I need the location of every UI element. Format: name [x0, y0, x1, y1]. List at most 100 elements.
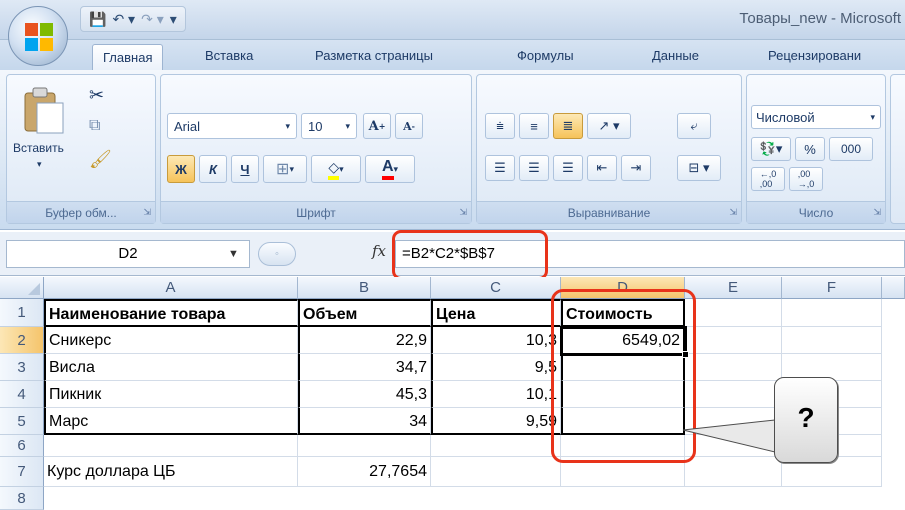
- cell-c6[interactable]: [431, 435, 561, 457]
- row-header-8[interactable]: 8: [0, 487, 44, 510]
- cell-c7[interactable]: [431, 457, 561, 487]
- underline-button[interactable]: Ч: [231, 155, 259, 183]
- align-middle-button[interactable]: ≡: [519, 113, 549, 139]
- formula-highlight-frame: [392, 230, 548, 280]
- italic-button[interactable]: К: [199, 155, 227, 183]
- orientation-button[interactable]: ↗ ▾: [587, 113, 631, 139]
- tab-page-layout[interactable]: Разметка страницы: [315, 48, 433, 63]
- align-bottom-button[interactable]: ≣: [553, 113, 583, 139]
- row-header-1[interactable]: 1: [0, 299, 44, 327]
- cell-a6[interactable]: [44, 435, 298, 457]
- align-right-button[interactable]: ☰: [553, 155, 583, 181]
- number-launcher-icon[interactable]: ⇲: [873, 207, 881, 218]
- fill-color-button[interactable]: ◇ ▾: [311, 155, 361, 183]
- cell-c2[interactable]: 10,3: [431, 327, 561, 354]
- cell-a7[interactable]: Курс доллара ЦБ: [44, 457, 298, 487]
- insert-function-icon[interactable]: fx: [372, 242, 386, 260]
- cell-c3[interactable]: 9,5: [431, 354, 561, 381]
- cell-f2[interactable]: [782, 327, 882, 354]
- cell-b2[interactable]: 22,9: [298, 327, 431, 354]
- row-header-7[interactable]: 7: [0, 457, 44, 487]
- cell-b1[interactable]: Объем: [298, 299, 431, 327]
- cell-c4[interactable]: 10,1: [431, 381, 561, 408]
- cell-c1[interactable]: Цена: [431, 299, 561, 327]
- wrap-text-button[interactable]: ⤶: [677, 113, 711, 139]
- align-center-button[interactable]: ☰: [519, 155, 549, 181]
- merge-center-button[interactable]: ⊟ ▾: [677, 155, 721, 181]
- cell-a4[interactable]: Пикник: [44, 381, 298, 408]
- decrease-decimal-button[interactable]: ,00 →,0: [789, 167, 823, 191]
- cell-b4[interactable]: 45,3: [298, 381, 431, 408]
- number-format-select[interactable]: Числовой ▾: [751, 105, 881, 129]
- font-color-button[interactable]: A ▾: [365, 155, 415, 183]
- cell-e7[interactable]: [685, 457, 782, 487]
- row-header-3[interactable]: 3: [0, 354, 44, 381]
- redo-icon[interactable]: ↷ ▾: [141, 11, 164, 28]
- shrink-font-button[interactable]: A-: [395, 113, 423, 139]
- column-header-e[interactable]: E: [685, 277, 782, 299]
- borders-button[interactable]: ⊞ ▾: [263, 155, 307, 183]
- worksheet-grid[interactable]: A B C D E F 1 2 3 4 5 6 7 8 Наименование…: [0, 277, 905, 510]
- increase-decimal-button[interactable]: ←,0,00: [751, 167, 785, 191]
- paste-button[interactable]: Вставить ▾: [13, 81, 75, 191]
- cell-a2[interactable]: Сникерс: [44, 327, 298, 354]
- font-group-label: Шрифт: [161, 201, 471, 223]
- currency-button[interactable]: 💱▾: [751, 137, 791, 161]
- column-header-c[interactable]: C: [431, 277, 561, 299]
- cell-b3[interactable]: 34,7: [298, 354, 431, 381]
- row-header-4[interactable]: 4: [0, 381, 44, 408]
- undo-icon[interactable]: ↶ ▾: [112, 11, 135, 28]
- cell-a3[interactable]: Висла: [44, 354, 298, 381]
- tab-review[interactable]: Рецензировани: [768, 48, 861, 63]
- office-button[interactable]: [8, 6, 68, 66]
- cell-e5[interactable]: [685, 408, 782, 435]
- cell-e3[interactable]: [685, 354, 782, 381]
- row-header-6[interactable]: 6: [0, 435, 44, 457]
- grow-font-button[interactable]: A +: [363, 113, 391, 139]
- column-header-a[interactable]: A: [44, 277, 298, 299]
- row-header-2[interactable]: 2: [0, 327, 44, 354]
- column-header-g-partial[interactable]: [882, 277, 905, 299]
- tab-formulas[interactable]: Формулы: [517, 48, 574, 63]
- row-header-5[interactable]: 5: [0, 408, 44, 435]
- select-all-button[interactable]: [0, 277, 44, 299]
- save-icon[interactable]: 💾: [89, 11, 106, 28]
- cell-b6[interactable]: [298, 435, 431, 457]
- cut-icon[interactable]: ✂: [89, 85, 104, 106]
- percent-button[interactable]: %: [795, 137, 825, 161]
- customize-qat-icon[interactable]: ▾: [170, 11, 177, 28]
- copy-icon[interactable]: ⧉: [89, 117, 100, 135]
- cell-a1[interactable]: Наименование товара: [44, 299, 298, 327]
- tab-insert[interactable]: Вставка: [205, 48, 253, 63]
- name-box-dropdown-icon[interactable]: ▼: [228, 240, 239, 268]
- cell-e2[interactable]: [685, 327, 782, 354]
- tab-home[interactable]: Главная: [92, 44, 164, 71]
- paste-dropdown-icon[interactable]: ▾: [37, 159, 42, 170]
- cell-b5[interactable]: 34: [298, 408, 431, 435]
- increase-indent-button[interactable]: ⇥: [621, 155, 651, 181]
- cell-b7[interactable]: 27,7654: [298, 457, 431, 487]
- font-size-select[interactable]: 10 ▾: [301, 113, 357, 139]
- cell-e4[interactable]: [685, 381, 782, 408]
- format-painter-icon[interactable]: 🖌: [89, 149, 112, 170]
- align-left-icon: ☰: [494, 160, 506, 175]
- cell-e6[interactable]: [685, 435, 782, 457]
- thousands-separator-button[interactable]: 000: [829, 137, 873, 161]
- column-header-f[interactable]: F: [782, 277, 882, 299]
- name-box[interactable]: D2: [6, 240, 250, 268]
- align-top-button[interactable]: ⩧: [485, 113, 515, 139]
- clipboard-launcher-icon[interactable]: ⇲: [143, 207, 151, 218]
- cell-a5[interactable]: Марс: [44, 408, 298, 435]
- tab-data[interactable]: Данные: [652, 48, 699, 63]
- bold-button[interactable]: Ж: [167, 155, 195, 183]
- decrease-indent-button[interactable]: ⇤: [587, 155, 617, 181]
- alignment-launcher-icon[interactable]: ⇲: [729, 207, 737, 218]
- align-left-button[interactable]: ☰: [485, 155, 515, 181]
- cell-f1[interactable]: [782, 299, 882, 327]
- cell-e1[interactable]: [685, 299, 782, 327]
- font-name-select[interactable]: Arial ▾: [167, 113, 297, 139]
- formula-bar-resize-handle[interactable]: ◦: [258, 242, 296, 266]
- cell-c5[interactable]: 9,59: [431, 408, 561, 435]
- font-launcher-icon[interactable]: ⇲: [459, 207, 467, 218]
- column-header-b[interactable]: B: [298, 277, 431, 299]
